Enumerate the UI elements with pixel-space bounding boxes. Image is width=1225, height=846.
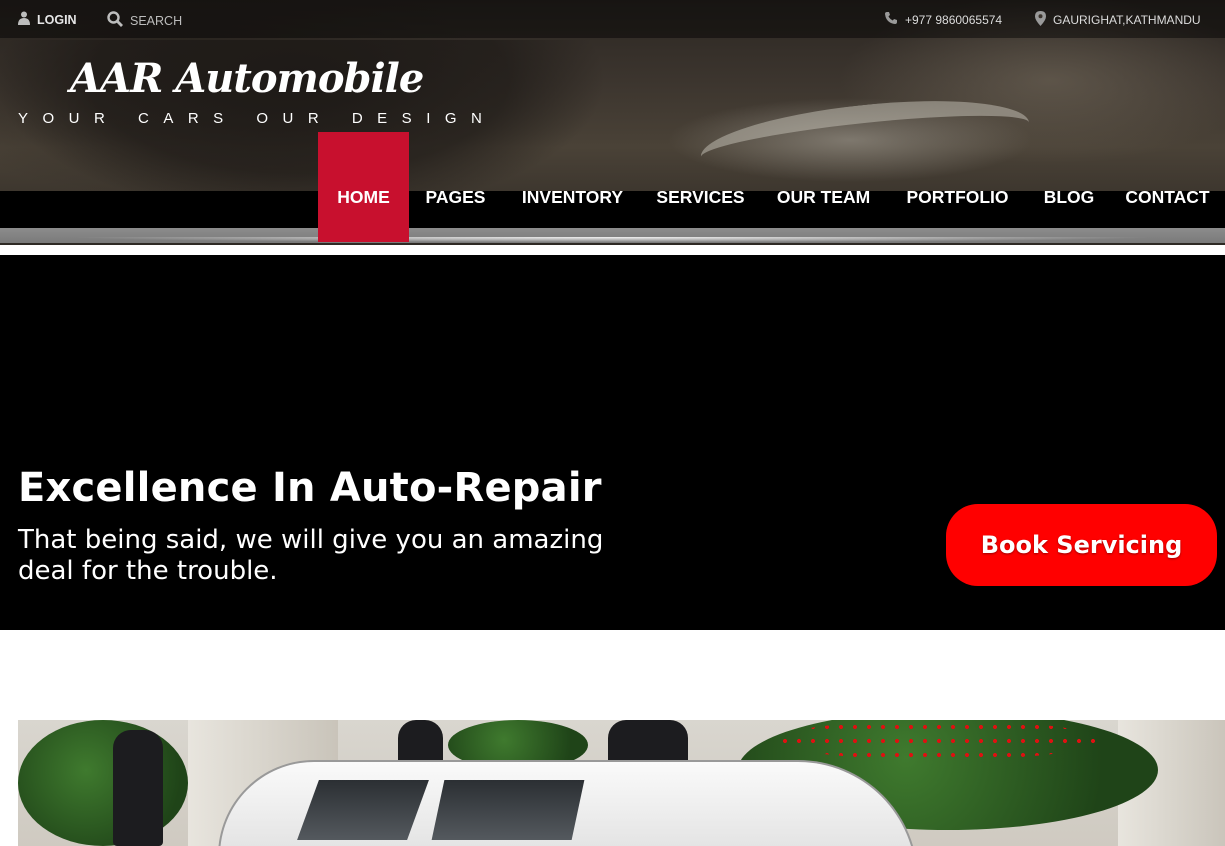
search-icon [107,11,123,30]
address-text: GAURIGHAT,KATHMANDU [1053,13,1201,27]
site-logo[interactable]: AAR Automobile [70,55,424,102]
search-link[interactable]: SEARCH [107,11,182,30]
login-link[interactable]: LOGIN [18,11,77,28]
nav-pages[interactable]: PAGES [409,132,502,242]
nav-services[interactable]: SERVICES [643,132,758,242]
nav-home[interactable]: HOME [318,132,409,242]
map-pin-icon [1035,11,1046,29]
login-label: LOGIN [37,12,77,27]
top-bar: LOGIN SEARCH +977 9860065574 GAURIGHAT,K… [0,0,1225,38]
nav-inventory[interactable]: INVENTORY [502,132,643,242]
photo-car-window [431,780,585,840]
site-tagline: YOUR CARS OUR DESIGN [18,110,497,127]
phone-number: +977 9860065574 [905,12,1003,27]
hero-subtitle: That being said, we will give you an ama… [18,525,604,586]
address-contact: GAURIGHAT,KATHMANDU [1035,11,1201,29]
site-header: LOGIN SEARCH +977 9860065574 GAURIGHAT,K… [0,0,1225,245]
photo-car-window [297,780,429,840]
hero-banner: Excellence In Auto-Repair That being sai… [0,255,1225,630]
phone-contact[interactable]: +977 9860065574 [884,11,1002,28]
nav-blog[interactable]: BLOG [1026,132,1112,242]
search-label: SEARCH [130,13,183,28]
photo-person [398,720,443,765]
photo-person [113,730,163,846]
nav-our-team[interactable]: OUR TEAM [758,132,889,242]
user-icon [18,11,30,28]
nav-portfolio[interactable]: PORTFOLIO [889,132,1026,242]
nav-contact[interactable]: CONTACT [1112,132,1223,242]
photo-flowers [778,720,1098,760]
main-navigation: HOME PAGES INVENTORY SERVICES OUR TEAM P… [318,132,1223,242]
featured-car-photo [18,720,1225,846]
book-servicing-button[interactable]: Book Servicing [946,504,1217,586]
phone-icon [884,11,898,28]
hero-title: Excellence In Auto-Repair [18,465,602,511]
